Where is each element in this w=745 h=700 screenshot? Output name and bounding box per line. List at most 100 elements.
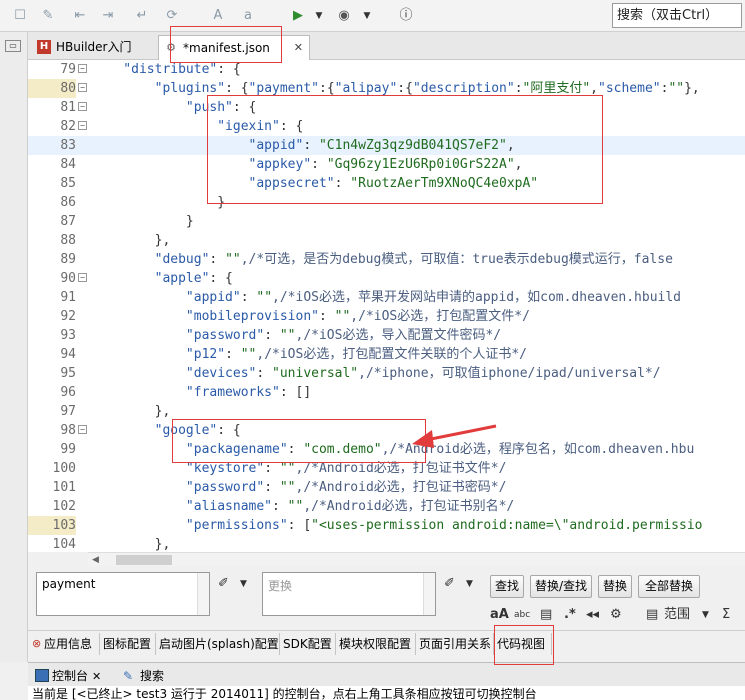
- scroll-left-icon[interactable]: ◀: [92, 553, 99, 567]
- tab-manifest-json[interactable]: ⚙ *manifest.json ✕: [158, 35, 310, 60]
- view-tab[interactable]: 代码视图: [494, 633, 552, 655]
- code-line[interactable]: 99 "packagename": "com.demo",/*Android必选…: [28, 440, 745, 459]
- scope-dropdown-icon[interactable]: ▼: [702, 607, 709, 623]
- close-icon[interactable]: ✕: [92, 670, 101, 683]
- tab-console[interactable]: 控制台 ✕: [32, 666, 122, 686]
- scrollbar-thumb[interactable]: [116, 555, 172, 565]
- horizontal-scrollbar[interactable]: ◀: [88, 552, 745, 566]
- code-line[interactable]: 90− "apple": {: [28, 269, 745, 288]
- line-number: 95: [60, 366, 76, 381]
- view-tab[interactable]: SDK配置: [280, 633, 336, 655]
- left-panel-strip: ▭: [0, 32, 28, 662]
- regex-toggle[interactable]: .*: [564, 607, 576, 623]
- view-tab[interactable]: 页面引用关系: [416, 633, 494, 655]
- code-line[interactable]: 87 }: [28, 212, 745, 231]
- restore-panel-icon[interactable]: ▭: [5, 40, 21, 52]
- whole-word-toggle[interactable]: abc: [514, 607, 530, 623]
- global-search-input[interactable]: 搜索（双击Ctrl）: [612, 3, 742, 28]
- code-line[interactable]: 104 },: [28, 535, 745, 552]
- code-line[interactable]: 101 "password": "",/*Android必选，打包证书密码*/: [28, 478, 745, 497]
- find-button[interactable]: 查找: [490, 575, 524, 598]
- fold-toggle-icon[interactable]: −: [78, 64, 87, 73]
- error-icon: ⊗: [32, 637, 42, 650]
- code-line[interactable]: 91 "appid": "",/*iOS必选，苹果开发网站申请的appid，如c…: [28, 288, 745, 307]
- code-line[interactable]: 102 "aliasname": "",/*Android必选，打包证书别名*/: [28, 497, 745, 516]
- code-token: "password": [92, 480, 265, 495]
- code-line[interactable]: 89 "debug": "",/*可选，是否为debug模式，可取值：true表…: [28, 250, 745, 269]
- code-token: :: [209, 252, 226, 267]
- replace-all-button[interactable]: 全部替换: [638, 575, 700, 598]
- code-line[interactable]: 98− "google": {: [28, 421, 745, 440]
- code-line[interactable]: 81− "push": {: [28, 98, 745, 117]
- refresh-icon[interactable]: ⟳: [164, 8, 180, 24]
- code-editor[interactable]: 79− "distribute": {80− "plugins": {"paym…: [28, 60, 745, 552]
- annotation-arrow: [412, 424, 497, 448]
- replace-button[interactable]: 替换: [598, 575, 632, 598]
- edit-icon[interactable]: ✎: [40, 8, 56, 24]
- code-line[interactable]: 97 },: [28, 402, 745, 421]
- code-text: "appkey": "Gq96zy1EzU6Rp0i0GrS22A",: [92, 155, 523, 174]
- view-tab[interactable]: 启动图片(splash)配置: [156, 633, 280, 655]
- code-line[interactable]: 82− "igexin": {: [28, 117, 745, 136]
- view-tab[interactable]: 模块权限配置: [336, 633, 416, 655]
- tab-hbuilder-intro[interactable]: H HBuilder入门: [32, 35, 158, 60]
- new-file-icon[interactable]: ☐: [12, 8, 28, 24]
- step-back-icon[interactable]: ⇤: [72, 8, 88, 24]
- view-tab[interactable]: ⊗ 应用信息: [32, 633, 100, 655]
- step-forward-icon[interactable]: ⇥: [100, 8, 116, 24]
- font-decrease-icon[interactable]: a: [240, 8, 256, 24]
- find-input-scrollbar[interactable]: [197, 573, 209, 615]
- code-token: "alipay": [334, 81, 398, 96]
- document-icon[interactable]: ▤: [540, 607, 552, 623]
- code-line[interactable]: 88 },: [28, 231, 745, 250]
- code-line[interactable]: 83 "appid": "C1n4wZg3qz9dB041QS7eF2",: [28, 136, 745, 155]
- find-input[interactable]: payment: [36, 572, 210, 616]
- settings-gear-icon[interactable]: ⚙: [610, 607, 622, 623]
- code-line[interactable]: 84 "appkey": "Gq96zy1EzU6Rp0i0GrS22A",: [28, 155, 745, 174]
- replace-input[interactable]: 更换: [262, 572, 436, 616]
- code-token: "distribute": [92, 62, 218, 77]
- find-history-dropdown-icon[interactable]: ▼: [240, 576, 247, 592]
- code-token: "p12": [92, 347, 226, 362]
- code-line[interactable]: 92 "mobileprovision": "",/*iOS必选，打包配置文件*…: [28, 307, 745, 326]
- font-increase-icon[interactable]: A: [210, 8, 226, 24]
- replace-history-icon[interactable]: ✐: [444, 576, 455, 592]
- view-tab[interactable]: 图标配置: [100, 633, 156, 655]
- fold-toggle-icon[interactable]: −: [78, 273, 87, 282]
- code-line[interactable]: 94 "p12": "",/*iOS必选，打包配置文件关联的个人证书*/: [28, 345, 745, 364]
- fold-toggle-icon[interactable]: −: [78, 102, 87, 111]
- code-line[interactable]: 95 "devices": "universal",/*iphone，可取值ip…: [28, 364, 745, 383]
- fold-toggle-icon[interactable]: −: [78, 83, 87, 92]
- tab-label: 搜索: [140, 669, 165, 683]
- return-icon[interactable]: ↵: [134, 8, 150, 24]
- tab-search[interactable]: ✎ 搜索: [120, 666, 180, 686]
- run-dropdown-icon[interactable]: ▼: [314, 8, 324, 24]
- info-icon[interactable]: ⓘ: [398, 8, 414, 24]
- code-line[interactable]: 80− "plugins": {"payment":{"alipay":{"de…: [28, 79, 745, 98]
- code-line[interactable]: 96 "frameworks": []: [28, 383, 745, 402]
- replace-history-dropdown-icon[interactable]: ▼: [466, 576, 473, 592]
- code-line[interactable]: 100 "keystore": "",/*Android必选，打包证书文件*/: [28, 459, 745, 478]
- replace-find-button[interactable]: 替换/查找: [530, 575, 592, 598]
- browser-dropdown-icon[interactable]: ▼: [362, 8, 372, 24]
- replace-input-scrollbar[interactable]: [423, 573, 435, 615]
- code-line[interactable]: 103 "permissions": ["<uses-permission an…: [28, 516, 745, 535]
- browser-icon[interactable]: ◉: [336, 8, 352, 24]
- code-line[interactable]: 85 "appsecret": "RuotzAerTm9XNoQC4e0xpA": [28, 174, 745, 193]
- scope-label[interactable]: 范围: [664, 607, 690, 623]
- find-history-icon[interactable]: ✐: [218, 576, 229, 592]
- run-icon[interactable]: ▶: [290, 8, 306, 24]
- fold-toggle-icon[interactable]: −: [78, 425, 87, 434]
- manifest-view-tabs: ⊗ 应用信息 图标配置 启动图片(splash)配置 SDK配置 模块权限配置 页面引用关系…: [28, 630, 745, 656]
- sigma-icon[interactable]: Σ: [722, 607, 730, 623]
- match-case-toggle[interactable]: aA: [490, 607, 509, 623]
- code-line[interactable]: 79− "distribute": {: [28, 60, 745, 79]
- code-line[interactable]: 86 }: [28, 193, 745, 212]
- code-token: ,/*iOS必选，苹果开发网站申请的appid，如com.dheaven.hbu…: [272, 290, 682, 305]
- close-icon[interactable]: ✕: [294, 36, 303, 60]
- search-backward-icon[interactable]: ◂◂: [586, 607, 599, 623]
- console-icon: [35, 669, 49, 682]
- line-number: 103: [28, 516, 76, 535]
- code-line[interactable]: 93 "password": "",/*iOS必选，导入配置文件密码*/: [28, 326, 745, 345]
- fold-toggle-icon[interactable]: −: [78, 121, 87, 130]
